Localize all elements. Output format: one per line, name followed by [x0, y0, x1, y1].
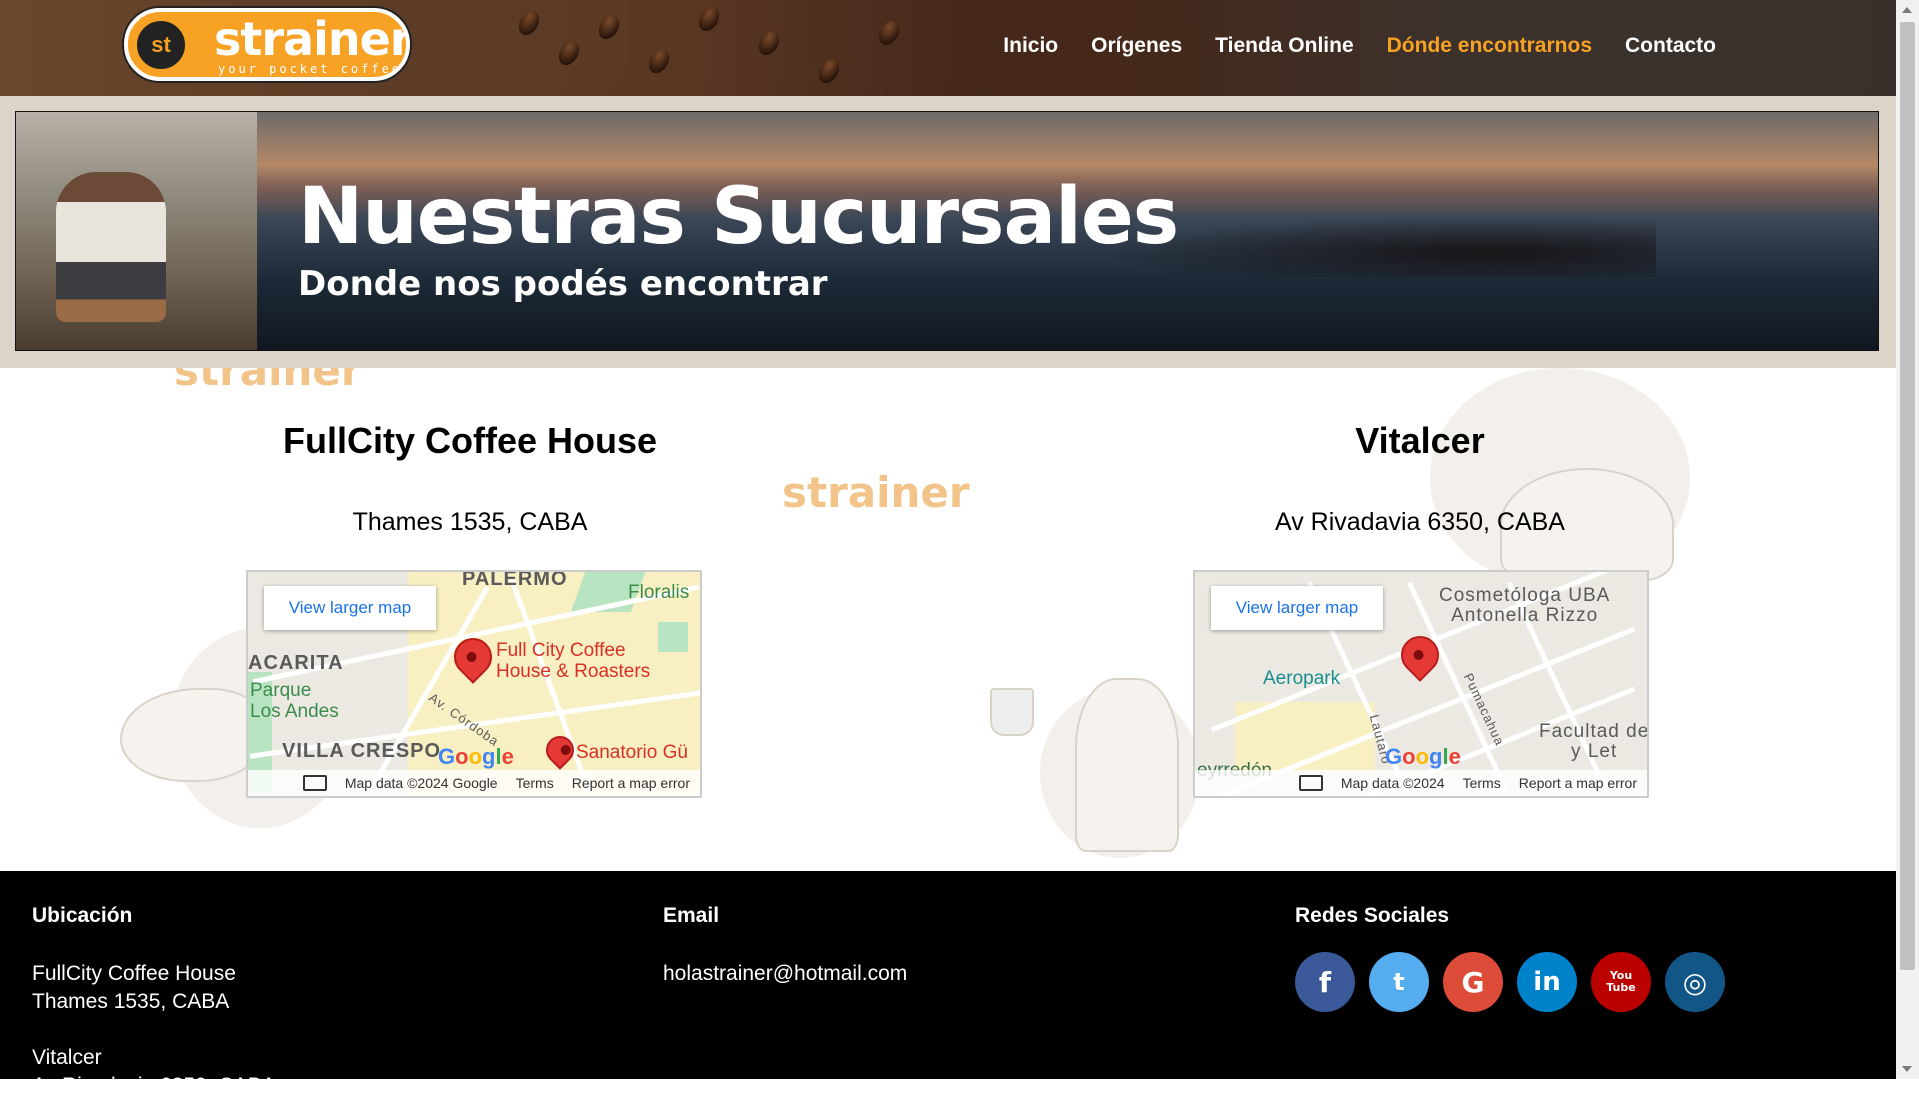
youtube-icon[interactable]: You Tube	[1591, 952, 1651, 1012]
map-place-label: Cosmetóloga UBA Antonella Rizzo	[1439, 585, 1611, 626]
map-place-label: Sanatorio Gü	[576, 742, 688, 763]
coffee-bean-decor	[554, 37, 584, 69]
watermark-logo: strainer	[174, 368, 362, 395]
view-larger-map-link[interactable]: View larger map	[1211, 586, 1383, 630]
page-title: Nuestras Sucursales	[298, 172, 1179, 262]
map-place-label: Full City Coffee House & Roasters	[496, 640, 651, 682]
map-label: PALERMO	[462, 570, 568, 590]
footer-email-title: Email	[663, 904, 720, 927]
keyboard-icon[interactable]	[302, 775, 327, 791]
branch-address: Av Rivadavia 6350, CABA	[1275, 508, 1565, 536]
hero-banner: Nuestras Sucursales Donde nos podés enco…	[15, 111, 1879, 351]
branch-address: Thames 1535, CABA	[352, 508, 588, 536]
map-attribution: Map data ©2024 Terms Report a map error	[1195, 770, 1647, 796]
map-park-label: Parque Los Andes	[250, 680, 339, 722]
google-logo: Google	[438, 744, 514, 769]
google-logo: Google	[1385, 744, 1461, 769]
branch-card: Vitalcer Av Rivadavia 6350, CABA	[1120, 420, 1720, 537]
person-image	[56, 172, 166, 322]
nav-contacto[interactable]: Contacto	[1625, 34, 1716, 58]
banner-photo	[16, 112, 257, 350]
site-footer: Ubicación FullCity Coffee House Thames 1…	[0, 871, 1896, 1097]
page-subtitle: Donde nos podés encontrar	[298, 264, 828, 304]
twitter-icon[interactable]: t	[1369, 952, 1429, 1012]
footer-social-title: Redes Sociales	[1295, 904, 1450, 927]
coffee-bean-decor	[814, 55, 844, 87]
branch-name: Vitalcer	[1355, 420, 1485, 461]
footer-location: Ubicación FullCity Coffee House Thames 1…	[32, 904, 276, 1100]
nav-donde-encontrarnos[interactable]: Dónde encontrarnos	[1387, 34, 1592, 58]
logo-wordmark: strainer	[214, 12, 410, 66]
map-place-label: Facultad de y Let	[1539, 721, 1649, 762]
footer-location-line: Vitalcer	[32, 1046, 102, 1069]
map-report-link[interactable]: Report a map error	[572, 775, 690, 791]
google-icon[interactable]: G	[1443, 952, 1503, 1012]
view-larger-map-link[interactable]: View larger map	[264, 586, 436, 630]
map-park-label: Floralis	[628, 582, 690, 603]
map-attribution: Map data ©2024 Google Terms Report a map…	[248, 770, 700, 796]
footer-social: Redes Sociales f t G in You Tube ◎	[1295, 904, 1725, 1012]
branch-map[interactable]: Cosmetóloga UBA Antonella Rizzo Facultad…	[1193, 570, 1649, 798]
footer-location-line: FullCity Coffee House	[32, 962, 236, 985]
coffee-bean-decor	[874, 17, 904, 49]
map-label: VILLA CRESPO	[282, 740, 442, 762]
page-scrollbar[interactable]	[1896, 0, 1919, 1079]
cat-illustration	[120, 688, 264, 782]
watermark-logo: strainer	[782, 468, 970, 517]
coffee-bean-decor	[594, 11, 624, 43]
map-place-label: Aeropark	[1263, 668, 1341, 689]
coffee-bean-decor	[694, 3, 724, 35]
linkedin-icon[interactable]: in	[1517, 952, 1577, 1012]
social-links: f t G in You Tube ◎	[1295, 952, 1725, 1012]
scroll-down-icon[interactable]	[1902, 1066, 1912, 1072]
instagram-icon[interactable]: ◎	[1665, 952, 1725, 1012]
map-terms-link[interactable]: Terms	[1463, 775, 1501, 791]
coffee-bean-decor	[644, 45, 674, 77]
nav-origenes[interactable]: Orígenes	[1091, 34, 1182, 58]
map-terms-link[interactable]: Terms	[516, 775, 554, 791]
coffee-bean-decor	[754, 27, 784, 59]
footer-location-spacer	[32, 1016, 276, 1044]
branches-section: strainer strainer FullCity Coffee House …	[0, 368, 1896, 871]
nav-tienda-online[interactable]: Tienda Online	[1215, 34, 1353, 58]
site-header: st strainer your pocket coffee Inicio Or…	[0, 0, 1896, 96]
logo-badge: st	[134, 18, 188, 72]
scrollbar-thumb[interactable]	[1900, 22, 1915, 970]
footer-location-line: Thames 1535, CABA	[32, 990, 230, 1013]
main-nav: Inicio Orígenes Tienda Online Dónde enco…	[1003, 34, 1716, 58]
map-label: ACARITA	[248, 652, 344, 674]
footer-email-link[interactable]: holastrainer@hotmail.com	[663, 960, 907, 988]
cat-illustration	[1075, 678, 1179, 852]
logo-tagline: your pocket coffee	[218, 62, 403, 76]
banner-section: Nuestras Sucursales Donde nos podés enco…	[0, 96, 1896, 368]
facebook-icon[interactable]: f	[1295, 952, 1355, 1012]
logo[interactable]: st strainer your pocket coffee	[124, 8, 410, 81]
branch-card: FullCity Coffee House Thames 1535, CABA	[170, 420, 770, 537]
coffee-bean-decor	[514, 7, 544, 39]
hand-silhouette	[1096, 217, 1656, 277]
branch-name: FullCity Coffee House	[282, 420, 658, 461]
map-data-text: Map data ©2024 Google	[344, 775, 498, 791]
footer-location-title: Ubicación	[32, 904, 133, 927]
map-data-text: Map data ©2024	[1340, 775, 1445, 791]
coffee-cup-illustration	[990, 688, 1034, 736]
scroll-up-icon[interactable]	[1902, 7, 1912, 13]
branch-map[interactable]: PALERMO ACARITA VILLA CRESPO Floralis Pa…	[246, 570, 702, 798]
footer-email: Email holastrainer@hotmail.com	[663, 904, 907, 988]
nav-inicio[interactable]: Inicio	[1003, 34, 1058, 58]
keyboard-icon[interactable]	[1298, 775, 1323, 791]
footer-location-line: Av Rivadavia 6350, CABA	[32, 1074, 276, 1097]
map-report-link[interactable]: Report a map error	[1519, 775, 1637, 791]
